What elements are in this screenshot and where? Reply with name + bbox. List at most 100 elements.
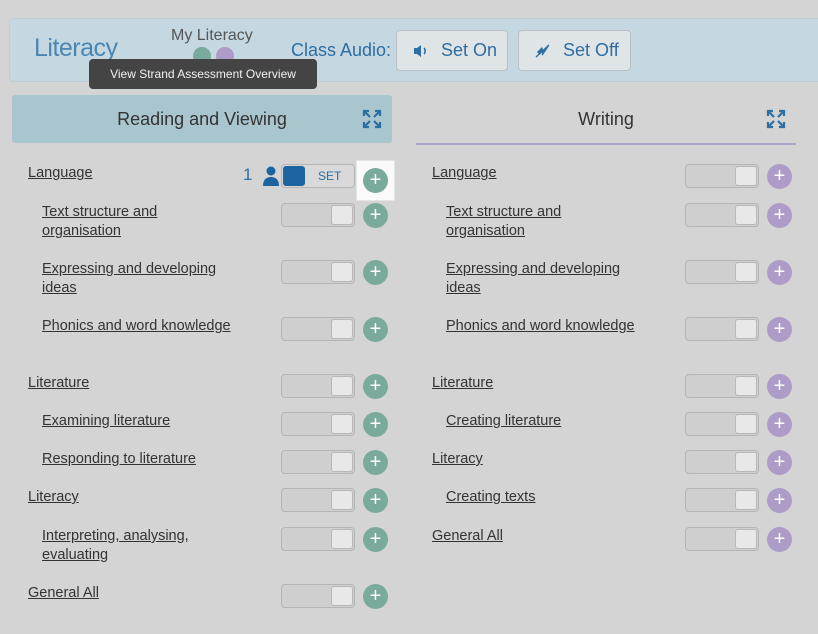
speaker-icon — [414, 44, 426, 57]
add-button[interactable]: + — [767, 527, 792, 552]
assessment-toggle[interactable] — [281, 450, 355, 474]
add-button[interactable]: + — [363, 488, 388, 513]
list-item: Expressing and developing ideas + — [416, 260, 796, 298]
add-button[interactable]: + — [767, 412, 792, 437]
set-on-label: Set On — [441, 40, 498, 60]
class-audio-label: Class Audio: — [291, 40, 392, 60]
strand-link-examining-literature[interactable]: Examining literature — [42, 412, 232, 431]
toggle-knob — [735, 166, 757, 186]
toggle-knob — [735, 205, 757, 225]
list-item: Text structure and organisation + — [12, 203, 392, 241]
strand-link-creating-texts[interactable]: Creating texts — [446, 488, 636, 507]
set-off-label: Set Off — [563, 40, 619, 60]
assessment-toggle[interactable] — [685, 527, 759, 551]
assessment-toggle[interactable] — [281, 374, 355, 398]
strand-link-general-all[interactable]: General All — [432, 527, 503, 546]
strand-link-expressing-ideas[interactable]: Expressing and developing ideas — [42, 260, 232, 298]
column-title: Writing — [578, 108, 634, 129]
expand-icon[interactable] — [362, 109, 382, 129]
assessment-toggle[interactable] — [685, 374, 759, 398]
add-button[interactable]: + — [767, 450, 792, 475]
toggle-knob — [735, 452, 757, 472]
toggle-knob — [735, 529, 757, 549]
list-item: Language 1 SET + — [12, 160, 395, 201]
add-button[interactable]: + — [363, 317, 388, 342]
add-button[interactable]: + — [767, 317, 792, 342]
add-button[interactable]: + — [363, 584, 388, 609]
add-button[interactable]: + — [363, 260, 388, 285]
strand-link-creating-literature[interactable]: Creating literature — [446, 412, 636, 431]
tooltip: View Strand Assessment Overview — [89, 59, 317, 89]
list-item: Literacy + — [416, 450, 796, 475]
list-item: Expressing and developing ideas + — [12, 260, 392, 298]
add-button[interactable]: + — [767, 203, 792, 228]
add-button[interactable]: + — [363, 527, 388, 552]
assessment-toggle[interactable] — [685, 164, 759, 188]
list-item: Creating literature + — [416, 412, 796, 437]
assessment-toggle[interactable] — [685, 317, 759, 341]
assessment-toggle[interactable] — [685, 260, 759, 284]
toggle-knob — [331, 262, 353, 282]
add-button[interactable]: + — [363, 168, 388, 193]
toggle-knob — [331, 452, 353, 472]
toggle-knob — [331, 490, 353, 510]
strand-link-interpreting[interactable]: Interpreting, analysing, evaluating — [42, 527, 232, 565]
expand-icon[interactable] — [766, 109, 786, 129]
toggle-knob — [735, 319, 757, 339]
strand-link-expressing-ideas[interactable]: Expressing and developing ideas — [446, 260, 636, 298]
toggle-knob — [331, 586, 353, 606]
student-count: 1 — [243, 165, 253, 184]
assessment-toggle[interactable] — [281, 317, 355, 341]
toggle-knob — [331, 376, 353, 396]
add-button[interactable]: + — [767, 260, 792, 285]
assessment-toggle[interactable] — [281, 412, 355, 436]
toggle-knob — [331, 414, 353, 434]
assessment-toggle[interactable] — [281, 203, 355, 227]
strand-link-literacy[interactable]: Literacy — [28, 488, 79, 507]
assessment-toggle[interactable] — [685, 412, 759, 436]
list-item: Creating texts + — [416, 488, 796, 513]
reading-viewing-header: Reading and Viewing — [12, 95, 392, 143]
assessment-toggle[interactable]: SET — [281, 164, 355, 188]
column-title: Reading and Viewing — [117, 108, 287, 129]
toggle-set-label: SET — [318, 169, 342, 183]
toggle-knob — [331, 319, 353, 339]
strand-link-phonics[interactable]: Phonics and word knowledge — [446, 317, 636, 336]
person-icon — [263, 166, 279, 186]
list-item: Examining literature + — [12, 412, 392, 437]
add-button[interactable]: + — [767, 164, 792, 189]
list-item: Literature + — [12, 374, 392, 399]
add-button[interactable]: + — [767, 488, 792, 513]
toggle-knob — [331, 529, 353, 549]
strand-link-language[interactable]: Language — [28, 164, 93, 183]
add-button[interactable]: + — [363, 203, 388, 228]
assessment-toggle[interactable] — [281, 527, 355, 551]
add-button[interactable]: + — [767, 374, 792, 399]
add-button[interactable]: + — [363, 450, 388, 475]
strand-link-language[interactable]: Language — [432, 164, 497, 183]
assessment-toggle[interactable] — [281, 584, 355, 608]
set-audio-off-button[interactable]: Set Off — [518, 30, 631, 71]
assessment-toggle[interactable] — [685, 488, 759, 512]
strand-link-literature[interactable]: Literature — [28, 374, 89, 393]
set-audio-on-button[interactable]: Set On — [396, 30, 508, 71]
list-item: Phonics and word knowledge + — [416, 317, 796, 342]
strand-link-responding-literature[interactable]: Responding to literature — [42, 450, 232, 469]
strand-link-text-structure[interactable]: Text structure and organisation — [42, 203, 232, 241]
assessment-toggle[interactable] — [281, 260, 355, 284]
toggle-knob — [735, 376, 757, 396]
assessment-toggle[interactable] — [685, 450, 759, 474]
list-item: Language + — [416, 164, 796, 189]
add-button[interactable]: + — [363, 374, 388, 399]
assessment-toggle[interactable] — [685, 203, 759, 227]
add-button[interactable]: + — [363, 412, 388, 437]
assessment-toggle[interactable] — [281, 488, 355, 512]
strand-link-phonics[interactable]: Phonics and word knowledge — [42, 317, 232, 336]
strand-link-literature[interactable]: Literature — [432, 374, 493, 393]
list-item: General All + — [416, 527, 796, 552]
my-literacy-link[interactable]: My Literacy — [171, 27, 253, 45]
strand-link-general-all[interactable]: General All — [28, 584, 99, 603]
strand-link-literacy[interactable]: Literacy — [432, 450, 483, 469]
strand-link-text-structure[interactable]: Text structure and organisation — [446, 203, 636, 241]
list-item: Phonics and word knowledge + — [12, 317, 392, 342]
